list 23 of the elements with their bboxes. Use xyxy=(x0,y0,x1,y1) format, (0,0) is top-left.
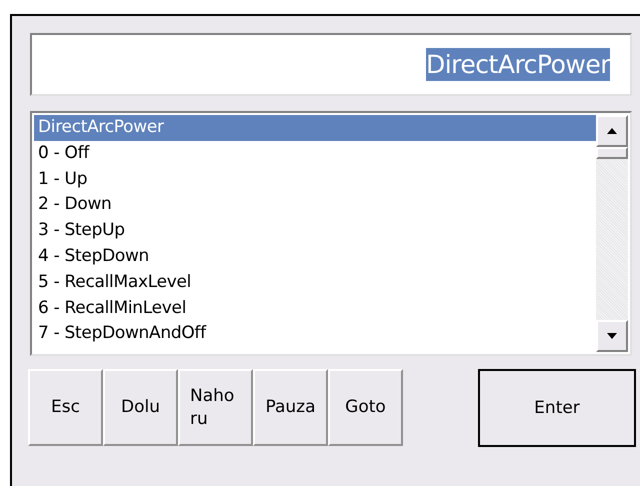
scroll-thumb[interactable] xyxy=(596,147,628,159)
list-item[interactable]: 0 - Off xyxy=(34,140,596,167)
list-item[interactable]: 1 - Up xyxy=(34,166,596,192)
list-item[interactable]: 2 - Down xyxy=(34,192,596,218)
command-button[interactable]: Nahoru xyxy=(178,369,253,446)
command-button[interactable]: Goto xyxy=(328,369,403,446)
list-item[interactable]: 4 - StepDown xyxy=(34,244,596,270)
scroll-up-button[interactable] xyxy=(596,115,628,147)
command-button[interactable]: Esc xyxy=(28,369,103,446)
list-box[interactable]: DirectArcPower 0 - Off 1 - Up 2 - Down 3 - StepUp 4 - StepDown 5 - RecallMaxLevel 6 - RecallMinLevel 7 - StepDownAndOff xyxy=(30,111,632,356)
command-button[interactable]: Pauza xyxy=(253,369,328,446)
down-arrow-icon xyxy=(607,333,617,339)
command-button[interactable]: Dolu xyxy=(103,369,178,446)
scroll-down-button[interactable] xyxy=(596,320,628,352)
list-item[interactable]: 3 - StepUp xyxy=(34,218,596,244)
input-field[interactable]: DirectArcPower xyxy=(30,33,632,96)
scrollbar[interactable] xyxy=(596,115,628,352)
list-item[interactable]: 5 - RecallMaxLevel xyxy=(34,270,596,296)
list-item[interactable]: 6 - RecallMinLevel xyxy=(34,296,596,322)
enter-button[interactable]: Enter xyxy=(478,369,636,447)
list-item[interactable]: DirectArcPower xyxy=(34,115,596,141)
up-arrow-icon xyxy=(607,128,617,134)
list-item[interactable]: 7 - StepDownAndOff xyxy=(34,321,596,348)
